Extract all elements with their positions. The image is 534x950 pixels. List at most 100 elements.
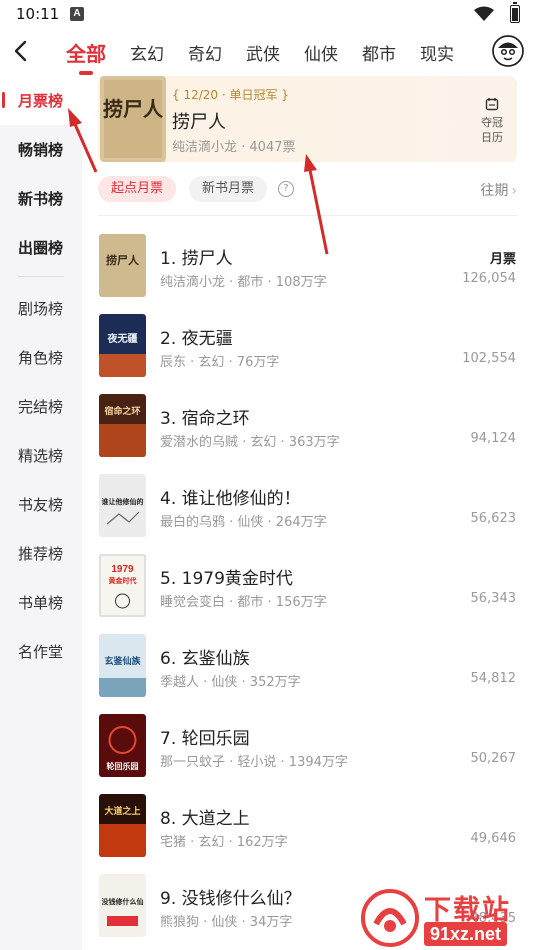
tab-all[interactable]: 全部 — [66, 38, 106, 75]
vote-count: 49,646 — [470, 831, 517, 846]
chevron-right-icon: › — [511, 183, 517, 199]
calendar-icon — [485, 98, 499, 111]
back-arrow-icon[interactable] — [10, 38, 32, 64]
tab-xianshi[interactable]: 现实 — [420, 40, 454, 65]
book-cover-image: 没钱修什么仙 — [99, 874, 146, 937]
wifi-icon — [474, 6, 494, 21]
sidebar-item-monthly-ticket[interactable]: 月票榜 — [0, 76, 82, 125]
cover-title-text: 谁让他修仙的 — [102, 497, 144, 506]
sidebar-item-label: 推荐榜 — [18, 545, 64, 563]
book-meta: 睡觉会变白 · 都市 · 156万字 — [160, 595, 327, 610]
book-meta: 宅猪 · 玄幻 · 162万字 — [160, 835, 288, 850]
list-item[interactable]: 大道之上 8. 大道之上 宅猪 · 玄幻 · 162万字 49,646 — [98, 794, 517, 860]
category-tabs: 全部 玄幻 奇幻 武侠 仙侠 都市 现实 — [60, 32, 478, 75]
list-item[interactable]: 宿命之环 3. 宿命之环 爱潜水的乌贼 · 玄幻 · 363万字 94,124 — [98, 394, 517, 460]
champion-badge: { 12/20 · 单日冠军 } — [172, 88, 289, 102]
vote-count: 56,623 — [470, 511, 517, 526]
sidebar-item-character[interactable]: 角色榜 — [0, 333, 82, 382]
list-item[interactable]: 轮回乐园 7. 轮回乐园 那一只蚊子 · 轻小说 · 1394万字 50,267 — [98, 714, 517, 780]
book-meta: 季越人 · 仙侠 · 352万字 — [160, 675, 301, 690]
book-title: 9. 没钱修什么仙？ — [160, 889, 301, 909]
book-title: 8. 大道之上 — [160, 809, 250, 829]
book-cover-image: 捞尸人 — [100, 76, 166, 162]
book-meta: 爱潜水的乌贼 · 玄幻 · 363万字 — [160, 435, 340, 450]
sidebar-item-theater[interactable]: 剧场榜 — [0, 284, 82, 333]
daily-champion-banner[interactable]: 捞尸人 { 12/20 · 单日冠军 } 捞尸人 纯洁滴小龙 · 4047票 夺… — [98, 76, 517, 162]
tab-xuanhuan[interactable]: 玄幻 — [130, 40, 164, 65]
book-title: 2. 夜无疆 — [160, 329, 233, 349]
book-cover-image: 大道之上 — [99, 794, 146, 857]
sidebar-item-recommend[interactable]: 推荐榜 — [0, 529, 82, 578]
cover-title-text: 捞尸人 — [103, 97, 164, 121]
list-item[interactable]: 谁让他修仙的 4. 谁让他修仙的！ 最白的乌鸦 · 仙侠 · 264万字 56,… — [98, 474, 517, 540]
cover-title-text: 宿命之环 — [104, 405, 140, 417]
book-title: 4. 谁让他修仙的！ — [160, 489, 301, 509]
sidebar-item-label: 名作堂 — [18, 643, 64, 661]
cover-title-text: 轮回乐园 — [107, 761, 139, 771]
calendar-label-2: 日历 — [481, 131, 503, 144]
sidebar-item-label: 剧场榜 — [18, 300, 64, 318]
profile-avatar-icon[interactable] — [492, 35, 524, 67]
vote-count: 56,343 — [470, 591, 517, 606]
list-item[interactable]: 夜无疆 2. 夜无疆 辰东 · 玄幻 · 76万字 102,554 — [98, 314, 517, 380]
watermark-logo-icon — [361, 889, 419, 947]
vote-count: 54,812 — [470, 671, 517, 686]
vote-count: 50,267 — [470, 751, 517, 766]
book-title: 6. 玄鉴仙族 — [160, 649, 250, 669]
top-nav: 全部 玄幻 奇幻 武侠 仙侠 都市 现实 — [0, 32, 534, 75]
book-title: 7. 轮回乐园 — [160, 729, 250, 749]
tab-qihuan[interactable]: 奇幻 — [188, 40, 222, 65]
sidebar-item-booklist[interactable]: 书单榜 — [0, 578, 82, 627]
sidebar-item-breakout[interactable]: 出圈榜 — [0, 223, 82, 272]
book-cover-image: 谁让他修仙的 — [99, 474, 146, 537]
book-cover-image: 夜无疆 — [99, 314, 146, 377]
tab-dushi[interactable]: 都市 — [362, 40, 396, 65]
list-item[interactable]: 1979 黄金时代 5. 1979黄金时代 睡觉会变白 · 都市 · 156万字… — [98, 554, 517, 620]
chip-qidian-monthly[interactable]: 起点月票 — [98, 176, 177, 202]
calendar-label-1: 夺冠 — [481, 116, 503, 129]
sidebar-item-hall-of-fame[interactable]: 名作堂 — [0, 627, 82, 676]
sidebar-divider — [18, 276, 64, 277]
site-watermark: 下载站 91xz.net — [360, 888, 530, 950]
sidebar-item-label: 畅销榜 — [18, 141, 64, 159]
list-item[interactable]: 捞尸人 1. 捞尸人 纯洁滴小龙 · 都市 · 108万字 月票 126,054 — [98, 234, 517, 300]
help-icon[interactable]: ? — [278, 181, 294, 197]
vote-count: 94,124 — [470, 431, 517, 446]
sidebar-item-label: 新书榜 — [18, 190, 64, 208]
book-meta: 纯洁滴小龙 · 都市 · 108万字 — [160, 275, 327, 290]
status-time: 10:11 — [16, 5, 60, 23]
tab-xianxia[interactable]: 仙侠 — [304, 40, 338, 65]
chip-new-book-monthly[interactable]: 新书月票 — [189, 176, 268, 202]
book-meta: 最白的乌鸦 · 仙侠 · 264万字 — [160, 515, 327, 530]
cover-title-text: 大道之上 — [104, 805, 140, 817]
tab-wuxia[interactable]: 武侠 — [246, 40, 280, 65]
tabs-fade — [454, 32, 494, 72]
sidebar-item-completed[interactable]: 完结榜 — [0, 382, 82, 431]
vote-count: 126,054 — [462, 271, 516, 286]
sidebar-item-selected[interactable]: 精选榜 — [0, 431, 82, 480]
sidebar-item-label: 书单榜 — [18, 594, 64, 612]
past-label: 往期 — [480, 183, 509, 199]
champion-calendar-button[interactable]: 夺冠 日历 — [475, 96, 509, 145]
book-meta: 熊狼狗 · 仙侠 · 34万字 — [160, 915, 293, 930]
book-title: 3. 宿命之环 — [160, 409, 250, 429]
sidebar-item-bestseller[interactable]: 畅销榜 — [0, 125, 82, 174]
book-cover-image: 宿命之环 — [99, 394, 146, 457]
book-cover-image: 捞尸人 — [99, 234, 146, 297]
votes-header: 月票 — [489, 252, 516, 267]
sidebar-item-label: 完结榜 — [18, 398, 64, 416]
sidebar-item-reader-friends[interactable]: 书友榜 — [0, 480, 82, 529]
book-meta: 那一只蚊子 · 轻小说 · 1394万字 — [160, 755, 348, 770]
cover-title-text: 捞尸人 — [106, 253, 140, 267]
watermark-domain: 91xz.net — [424, 922, 508, 946]
sidebar-item-label: 出圈榜 — [18, 239, 64, 257]
cover-title-text: 夜无疆 — [107, 332, 138, 345]
book-title: 5. 1979黄金时代 — [160, 569, 293, 589]
list-item[interactable]: 玄鉴仙族 6. 玄鉴仙族 季越人 · 仙侠 · 352万字 54,812 — [98, 634, 517, 700]
cover-title-text: 没钱修什么仙 — [102, 897, 144, 906]
vote-count: 102,554 — [462, 351, 516, 366]
sidebar-item-label: 角色榜 — [18, 349, 64, 367]
sidebar-item-label: 精选榜 — [18, 447, 64, 465]
sidebar-item-new-books[interactable]: 新书榜 — [0, 174, 82, 223]
past-rankings-link[interactable]: 往期 › — [480, 180, 517, 200]
